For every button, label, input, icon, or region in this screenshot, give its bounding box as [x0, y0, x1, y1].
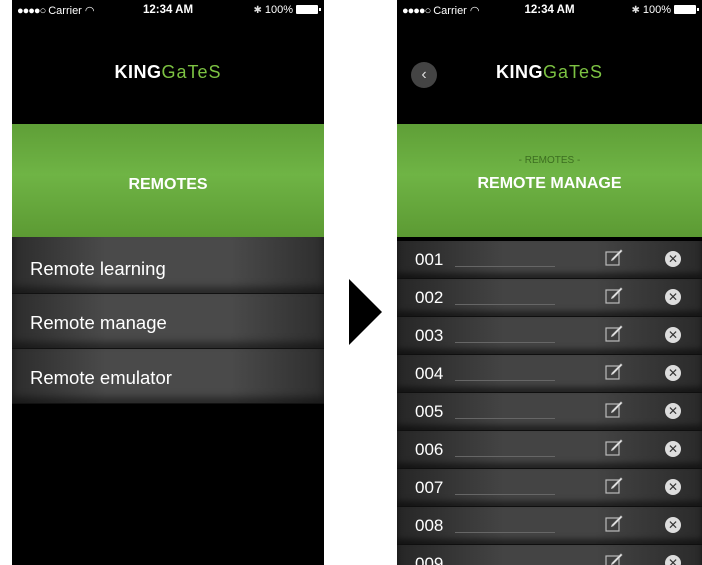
- remotes-menu: Remote learning Remote manage Remote emu…: [12, 237, 324, 404]
- remote-row[interactable]: 006 ✕: [397, 431, 702, 469]
- divider: [455, 380, 555, 381]
- app-logo: KINGGaTeS: [397, 62, 702, 83]
- section-banner: REMOTES: [12, 124, 324, 237]
- bluetooth-icon: ✱: [253, 5, 262, 16]
- remote-row[interactable]: 002 ✕: [397, 279, 702, 317]
- divider: [455, 266, 555, 267]
- remote-row[interactable]: 005 ✕: [397, 393, 702, 431]
- edit-icon[interactable]: [605, 400, 623, 418]
- transition-arrow-icon: [349, 279, 382, 345]
- delete-icon[interactable]: ✕: [665, 365, 681, 381]
- battery-label: 100%: [264, 4, 293, 16]
- menu-item-label: Remote learning: [30, 258, 166, 279]
- remote-id: 003: [415, 326, 444, 345]
- banner-subtitle: - REMOTES -: [518, 155, 581, 166]
- edit-icon[interactable]: [605, 476, 623, 494]
- remote-manage-screen: ●●●●○ Carrier ◠ 12:34 AM ✱ 100% ‹ KINGGaTe…: [397, 0, 702, 565]
- delete-icon[interactable]: ✕: [665, 251, 681, 267]
- menu-item-label: Remote emulator: [30, 367, 172, 388]
- divider: [455, 456, 555, 457]
- remote-row[interactable]: 009 ✕: [397, 545, 702, 565]
- divider: [455, 342, 555, 343]
- section-banner: - REMOTES - REMOTE MANAGE: [397, 124, 702, 237]
- battery-indicator: ✱ 100%: [253, 4, 321, 16]
- remote-id: 005: [415, 402, 444, 421]
- banner-title: REMOTE MANAGE: [477, 175, 622, 192]
- edit-icon[interactable]: [605, 438, 623, 456]
- logo-gates: GaTeS: [161, 62, 222, 82]
- menu-item-remote-learning[interactable]: Remote learning: [12, 237, 324, 294]
- bluetooth-icon: ✱: [631, 5, 640, 16]
- edit-icon[interactable]: [605, 248, 623, 266]
- battery-label: 100%: [642, 4, 671, 16]
- edit-icon[interactable]: [605, 362, 623, 380]
- remote-id: 007: [415, 478, 444, 497]
- logo-king: KING: [114, 62, 162, 82]
- status-bar: ●●●●○ Carrier ◠ 12:34 AM ✱ 100%: [397, 0, 702, 20]
- remote-row[interactable]: 008 ✕: [397, 507, 702, 545]
- remote-id: 006: [415, 440, 444, 459]
- delete-icon[interactable]: ✕: [665, 517, 681, 533]
- edit-icon[interactable]: [605, 552, 623, 565]
- remote-row[interactable]: 004 ✕: [397, 355, 702, 393]
- remotes-screen: ●●●●○ Carrier ◠ 12:34 AM ✱ 100% KINGGaTeS …: [12, 0, 324, 565]
- remote-list: 001 ✕ 002 ✕ 003 ✕ 004 ✕ 005 ✕ 006 ✕ 007 ✕ 008 ✕ 009 ✕: [397, 241, 702, 565]
- logo-gates: GaTeS: [542, 62, 604, 82]
- remote-id: 008: [415, 516, 444, 535]
- status-bar: ●●●●○ Carrier ◠ 12:34 AM ✱ 100%: [12, 0, 324, 20]
- logo-king: KING: [495, 62, 543, 82]
- remote-row[interactable]: 001 ✕: [397, 241, 702, 279]
- divider: [455, 532, 555, 533]
- banner-title: REMOTES: [128, 176, 208, 193]
- delete-icon[interactable]: ✕: [665, 289, 681, 305]
- menu-item-label: Remote manage: [30, 312, 167, 333]
- battery-icon: [674, 5, 699, 14]
- remote-id: 002: [415, 288, 444, 307]
- menu-item-remote-emulator[interactable]: Remote emulator: [12, 349, 324, 404]
- remote-row[interactable]: 003 ✕: [397, 317, 702, 355]
- app-logo: KINGGaTeS: [12, 62, 324, 83]
- delete-icon[interactable]: ✕: [665, 479, 681, 495]
- edit-icon[interactable]: [605, 324, 623, 342]
- divider: [455, 304, 555, 305]
- divider: [455, 494, 555, 495]
- remote-id: 001: [415, 250, 444, 269]
- delete-icon[interactable]: ✕: [665, 327, 681, 343]
- edit-icon[interactable]: [605, 514, 623, 532]
- menu-item-remote-manage[interactable]: Remote manage: [12, 294, 324, 349]
- battery-icon: [296, 5, 321, 14]
- remote-row[interactable]: 007 ✕: [397, 469, 702, 507]
- divider: [455, 418, 555, 419]
- delete-icon[interactable]: ✕: [665, 441, 681, 457]
- delete-icon[interactable]: ✕: [665, 403, 681, 419]
- battery-indicator: ✱ 100%: [631, 4, 699, 16]
- remote-id: 009: [415, 554, 444, 565]
- remote-id: 004: [415, 364, 444, 383]
- delete-icon[interactable]: ✕: [665, 555, 681, 565]
- edit-icon[interactable]: [605, 286, 623, 304]
